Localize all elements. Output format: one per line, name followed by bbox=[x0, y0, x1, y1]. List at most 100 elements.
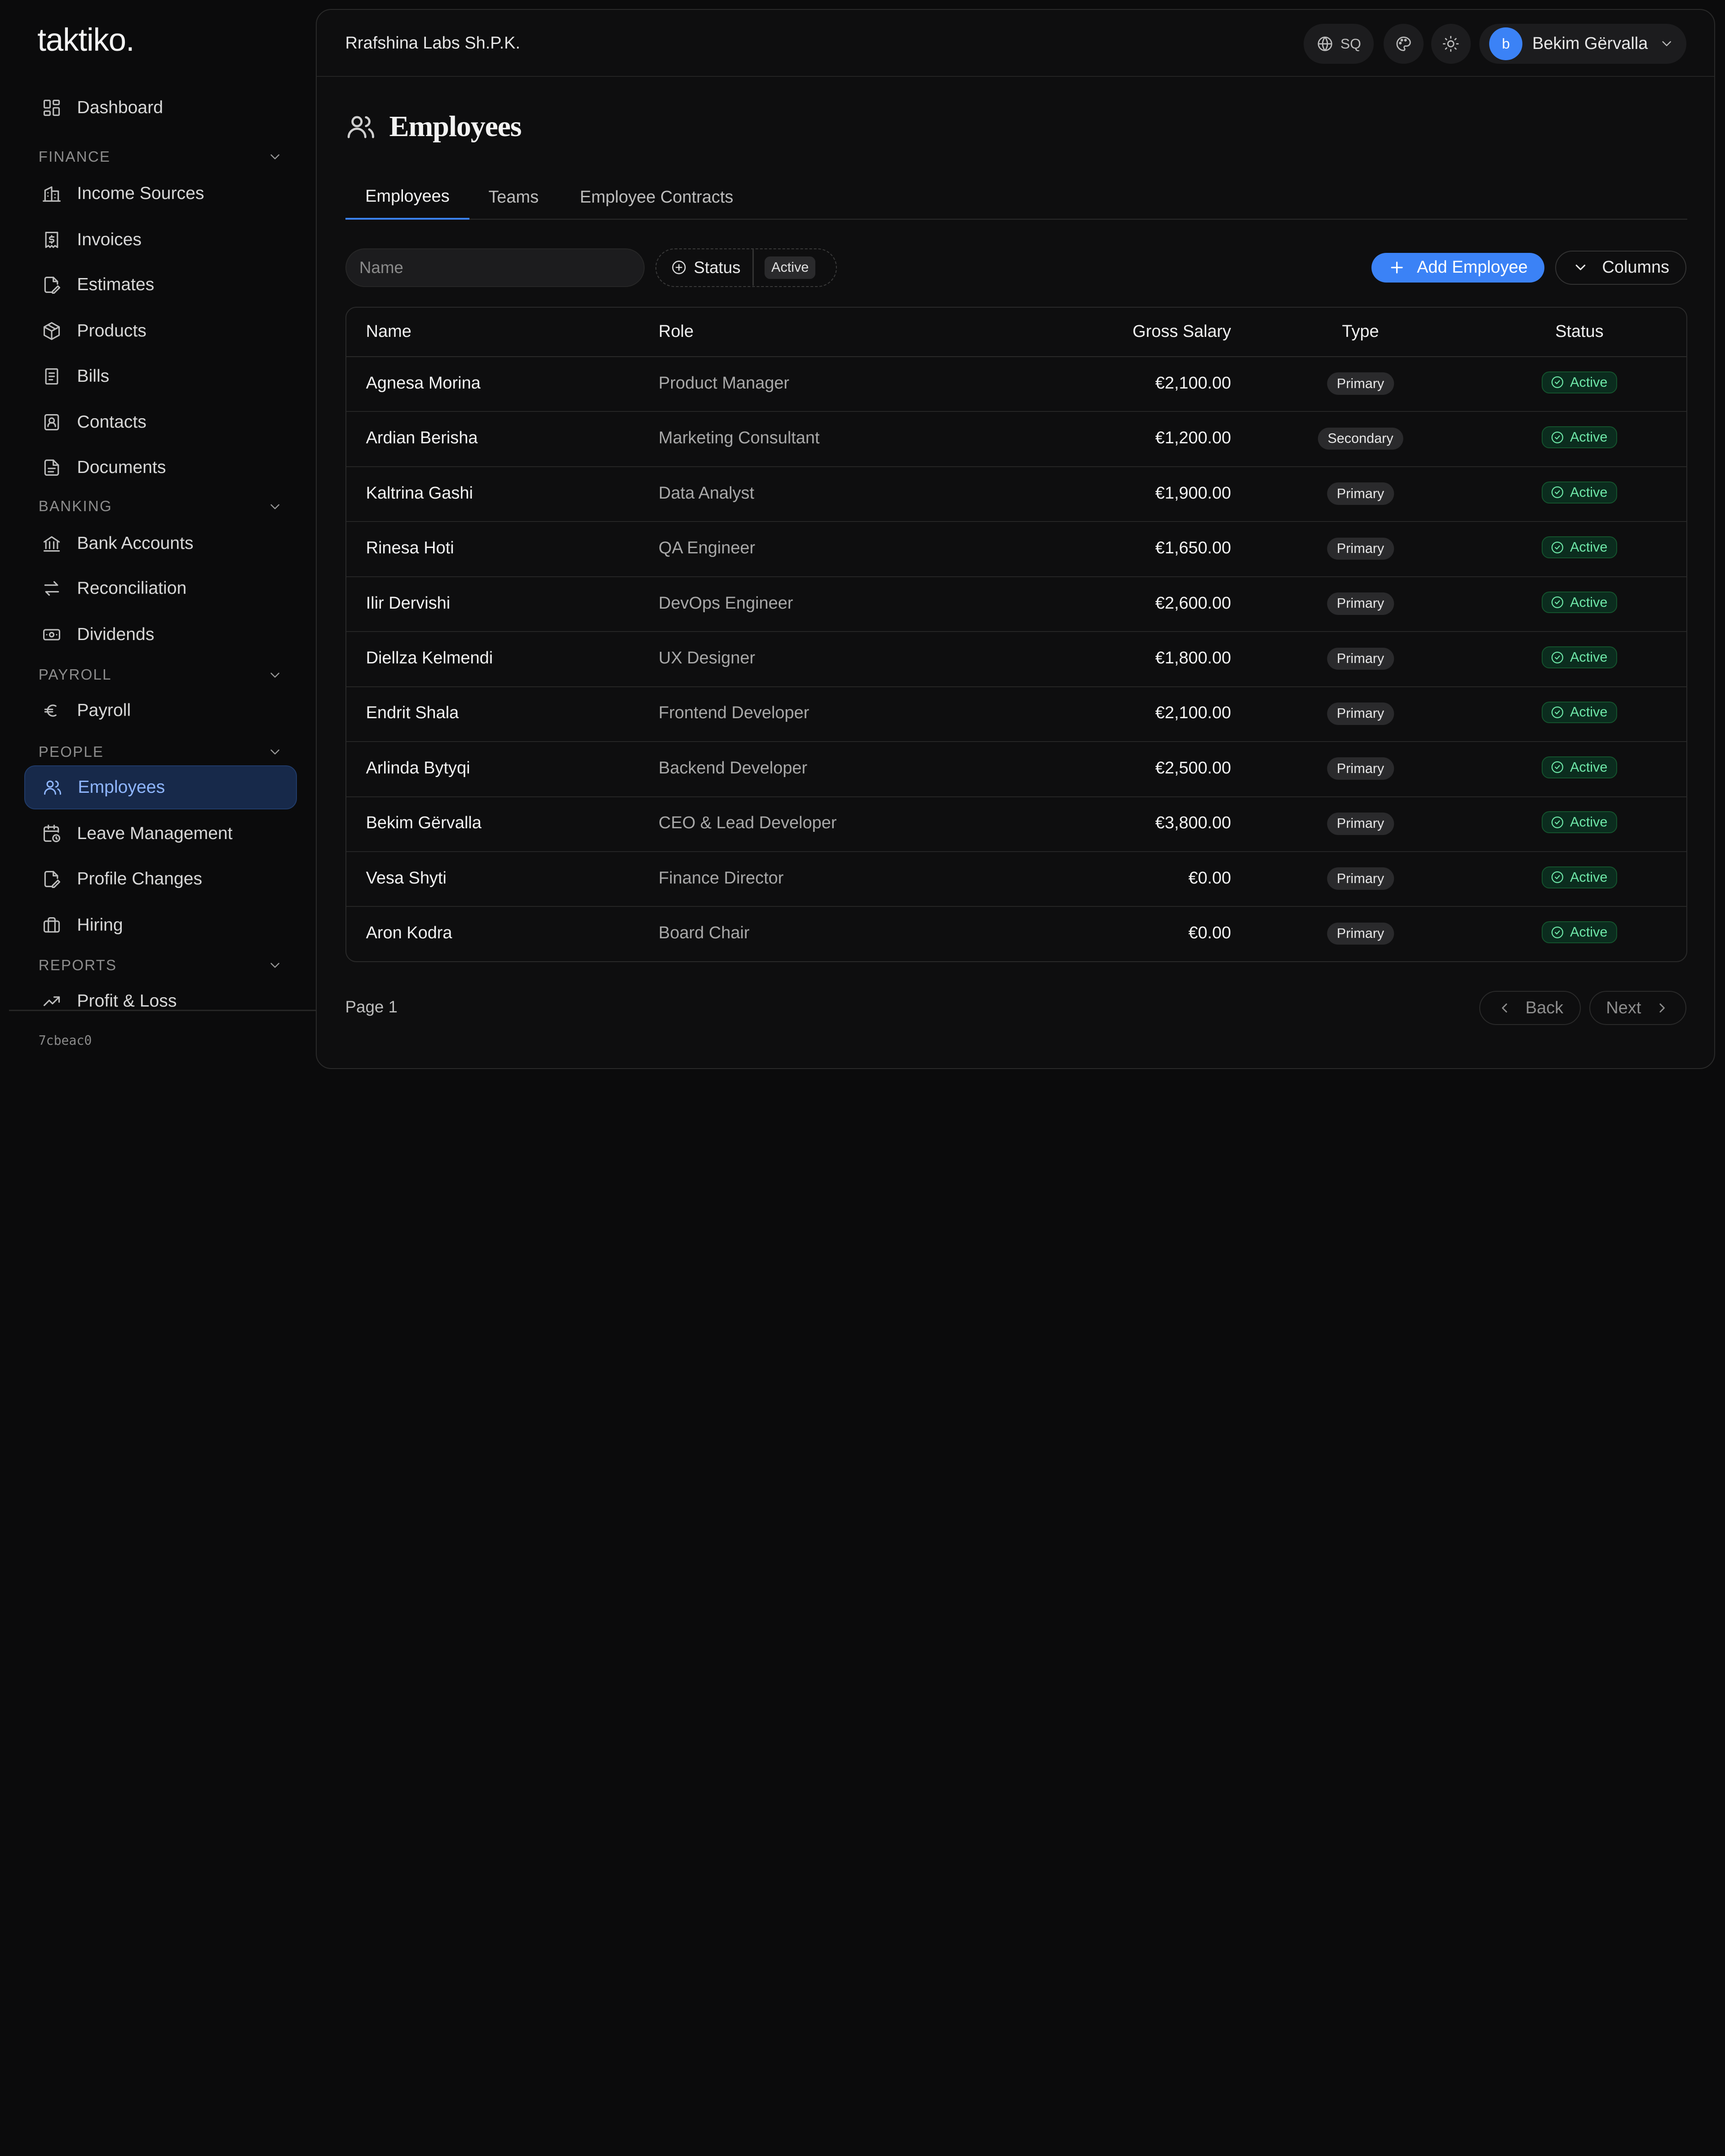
column-header-type[interactable]: Type bbox=[1342, 322, 1379, 341]
status-badge: Active bbox=[1541, 536, 1617, 558]
chevron-down-icon[interactable] bbox=[267, 499, 283, 514]
language-label: SQ bbox=[1340, 35, 1361, 52]
status-badge: Active bbox=[1541, 756, 1617, 778]
app-logo[interactable]: taktiko. bbox=[37, 22, 134, 58]
table-row[interactable]: Bekim Gërvalla CEO & Lead Developer €3,8… bbox=[346, 797, 1687, 853]
type-badge: Primary bbox=[1327, 757, 1394, 780]
section-reports[interactable]: REPORTS bbox=[39, 957, 283, 974]
tab-employee-contracts[interactable]: Employee Contracts bbox=[557, 175, 756, 220]
status-badge-label: Active bbox=[1570, 704, 1608, 720]
bank-icon bbox=[43, 536, 60, 552]
table-row[interactable]: Vesa Shyti Finance Director €0.00 Primar… bbox=[346, 852, 1687, 907]
chevron-right-icon bbox=[1659, 1003, 1665, 1013]
status-badge: Active bbox=[1541, 591, 1617, 614]
type-badge: Primary bbox=[1327, 647, 1394, 670]
table-row[interactable]: Diellza Kelmendi UX Designer €1,800.00 P… bbox=[346, 632, 1687, 687]
employee-gross-salary: €0.00 bbox=[1188, 923, 1231, 943]
users-icon bbox=[44, 781, 62, 795]
palette-button[interactable] bbox=[1384, 24, 1424, 64]
sidebar-item-leave-management[interactable]: Leave Management bbox=[24, 812, 297, 856]
employee-name: Rinesa Hoti bbox=[366, 539, 454, 558]
section-people[interactable]: PEOPLE bbox=[39, 744, 283, 761]
table-row[interactable]: Rinesa Hoti QA Engineer €1,650.00 Primar… bbox=[346, 522, 1687, 577]
sidebar-item-hiring[interactable]: Hiring bbox=[24, 903, 297, 947]
table-row[interactable]: Ardian Berisha Marketing Consultant €1,2… bbox=[346, 412, 1687, 467]
columns-button[interactable]: Columns bbox=[1555, 250, 1686, 285]
status-filter[interactable]: Status Active bbox=[655, 248, 837, 287]
file-edit-icon bbox=[44, 870, 61, 888]
column-header-name[interactable]: Name bbox=[366, 322, 411, 341]
check-circle-icon bbox=[1551, 431, 1563, 443]
filter-separator bbox=[752, 249, 754, 286]
name-search-input[interactable] bbox=[345, 248, 645, 287]
employee-gross-salary: €0.00 bbox=[1188, 868, 1231, 888]
add-employee-button[interactable]: Add Employee bbox=[1371, 252, 1544, 283]
user-menu-button[interactable]: b Bekim Gërvalla bbox=[1479, 24, 1686, 64]
employee-gross-salary: €2,600.00 bbox=[1155, 593, 1231, 613]
table-row[interactable]: Aron Kodra Board Chair €0.00 Primary Act… bbox=[346, 907, 1687, 962]
section-banking[interactable]: BANKING bbox=[39, 498, 283, 515]
chevron-down-icon[interactable] bbox=[267, 149, 283, 164]
employee-gross-salary: €1,200.00 bbox=[1155, 429, 1231, 448]
status-badge: Active bbox=[1541, 481, 1617, 504]
sidebar-item-bills[interactable]: Bills bbox=[24, 354, 297, 398]
sidebar-item-estimates[interactable]: Estimates bbox=[24, 263, 297, 307]
sidebar-item-income-sources[interactable]: Income Sources bbox=[24, 172, 297, 216]
tab-teams[interactable]: Teams bbox=[469, 175, 557, 220]
section-finance[interactable]: FINANCE bbox=[39, 149, 283, 166]
status-badge: Active bbox=[1541, 646, 1617, 668]
main-panel: Rrafshina Labs Sh.P.K. SQ b Bekim Gërval… bbox=[315, 9, 1715, 1069]
trending-up-icon bbox=[43, 996, 60, 1006]
back-button[interactable]: Back bbox=[1479, 991, 1581, 1025]
sidebar-divider bbox=[9, 1010, 317, 1011]
sidebar-item-reconciliation[interactable]: Reconciliation bbox=[24, 566, 297, 610]
sidebar-item-label: Dividends bbox=[77, 625, 155, 645]
table-row[interactable]: Kaltrina Gashi Data Analyst €1,900.00 Pr… bbox=[346, 467, 1687, 522]
table-row[interactable]: Arlinda Bytyqi Backend Developer €2,500.… bbox=[346, 742, 1687, 797]
sidebar-item-label: Products bbox=[77, 321, 146, 341]
calendar-clock-icon bbox=[43, 825, 61, 843]
sidebar-item-label: Bills bbox=[77, 366, 110, 386]
sun-icon bbox=[1443, 35, 1459, 52]
check-circle-icon bbox=[1551, 761, 1563, 773]
table-header: Name Role Gross Salary Type Status bbox=[346, 308, 1687, 357]
type-badge: Primary bbox=[1327, 537, 1394, 560]
sidebar-item-products[interactable]: Products bbox=[24, 309, 297, 353]
chevron-down-icon[interactable] bbox=[267, 744, 283, 760]
sidebar-item-dashboard[interactable]: Dashboard bbox=[24, 86, 297, 130]
table-row[interactable]: Agnesa Morina Product Manager €2,100.00 … bbox=[346, 357, 1687, 412]
table-row[interactable]: Endrit Shala Frontend Developer €2,100.0… bbox=[346, 687, 1687, 742]
sidebar-item-bank-accounts[interactable]: Bank Accounts bbox=[24, 521, 297, 566]
sidebar-item-contacts[interactable]: Contacts bbox=[24, 400, 297, 444]
sidebar-nav[interactable]: Dashboard FINANCE Income Sources Invoice… bbox=[0, 84, 317, 1010]
sidebar-item-invoices[interactable]: Invoices bbox=[24, 218, 297, 262]
employee-role: Board Chair bbox=[659, 923, 750, 943]
chevron-down-icon[interactable] bbox=[267, 958, 283, 973]
section-payroll[interactable]: PAYROLL bbox=[39, 667, 283, 684]
employee-name: Diellza Kelmendi bbox=[366, 648, 493, 667]
sidebar-item-profit-loss[interactable]: Profit & Loss bbox=[24, 979, 297, 1010]
theme-toggle-button[interactable] bbox=[1431, 24, 1471, 64]
columns-label: Columns bbox=[1602, 258, 1670, 277]
sidebar-item-documents[interactable]: Documents bbox=[24, 446, 297, 490]
top-bar: Rrafshina Labs Sh.P.K. SQ b Bekim Gërval… bbox=[316, 10, 1714, 77]
sidebar-item-payroll[interactable]: Payroll bbox=[24, 689, 297, 733]
employee-role: Product Manager bbox=[659, 373, 790, 393]
sidebar-item-dividends[interactable]: Dividends bbox=[24, 613, 297, 657]
column-header-status[interactable]: Status bbox=[1555, 322, 1604, 341]
employee-role: DevOps Engineer bbox=[659, 593, 793, 613]
column-header-role[interactable]: Role bbox=[659, 322, 694, 341]
employee-gross-salary: €1,800.00 bbox=[1155, 648, 1231, 667]
sidebar-item-employees[interactable]: Employees bbox=[24, 765, 297, 810]
euro-icon bbox=[44, 704, 57, 717]
tab-employees[interactable]: Employees bbox=[345, 175, 470, 220]
next-button[interactable]: Next bbox=[1589, 991, 1686, 1025]
employee-name: Ilir Dervishi bbox=[366, 593, 451, 613]
check-circle-icon bbox=[1551, 706, 1563, 718]
sidebar-item-profile-changes[interactable]: Profile Changes bbox=[24, 857, 297, 901]
table-row[interactable]: Ilir Dervishi DevOps Engineer €2,600.00 … bbox=[346, 577, 1687, 632]
chevron-down-icon[interactable] bbox=[267, 667, 283, 683]
column-header-gross-salary[interactable]: Gross Salary bbox=[1132, 322, 1231, 341]
sidebar-item-label: Income Sources bbox=[77, 183, 204, 203]
language-button[interactable]: SQ bbox=[1303, 24, 1374, 64]
